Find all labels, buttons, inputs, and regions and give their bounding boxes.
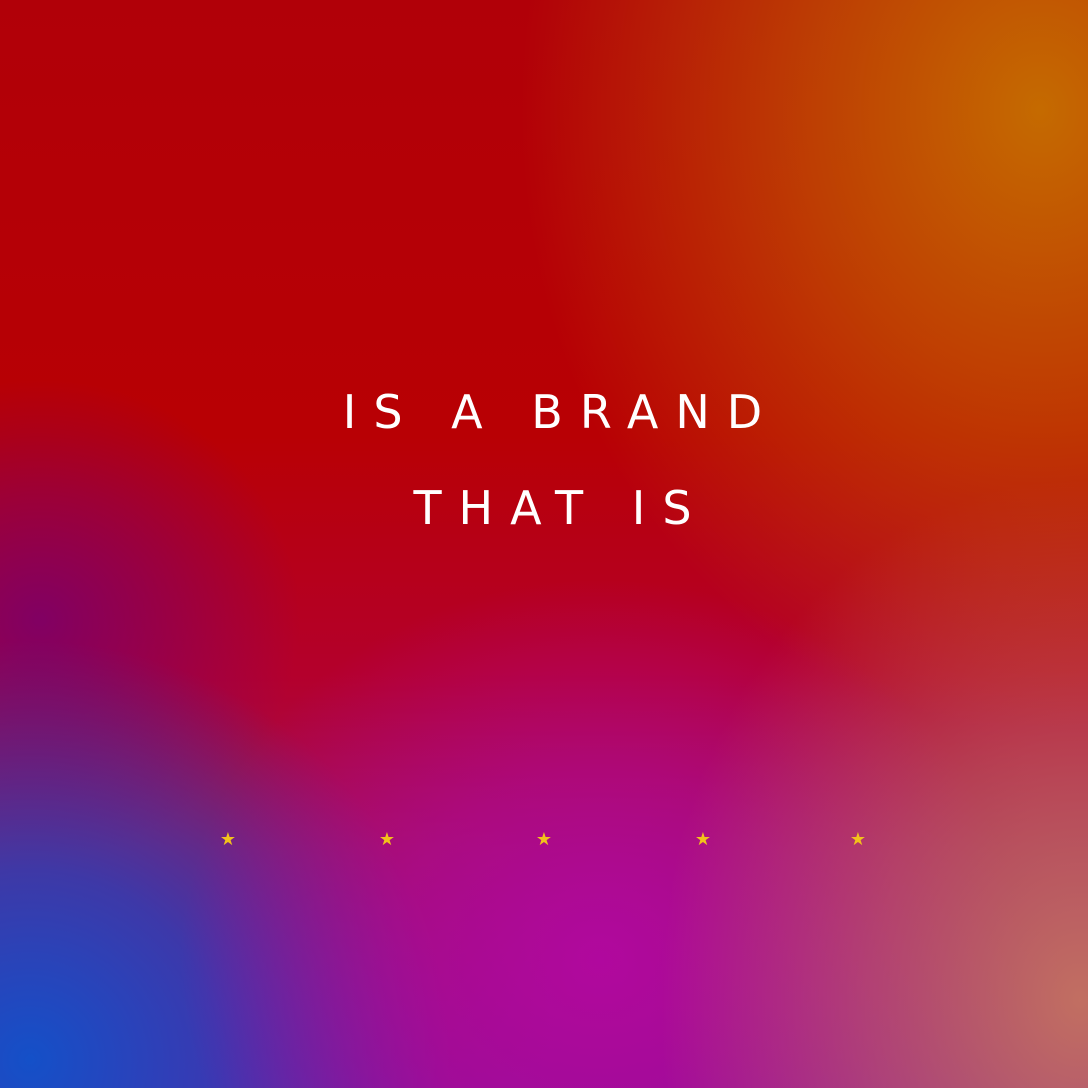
star-icon: ★ (535, 829, 553, 850)
star-icon: ★ (849, 829, 867, 850)
star-icon: ★ (378, 829, 396, 850)
star-icon: ★ (219, 829, 237, 850)
headline-line-2: THAT IS (413, 481, 709, 535)
gradient-background (0, 0, 1088, 1088)
headline-line-1: IS A BRAND (342, 385, 780, 439)
star-rating: ★ ★ ★ ★ ★ (0, 826, 1088, 854)
star-icon: ★ (694, 829, 712, 850)
